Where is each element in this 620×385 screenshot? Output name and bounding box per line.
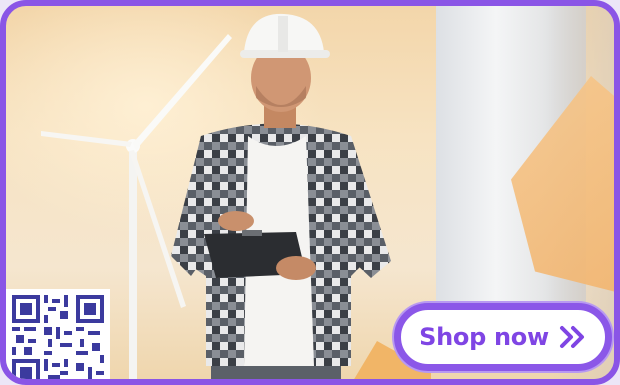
double-chevron-right-icon — [559, 326, 584, 348]
promo-banner[interactable]: Shop now — [0, 0, 620, 385]
shop-now-label: Shop now — [419, 323, 549, 351]
qr-code-pattern — [12, 295, 104, 379]
engineer-photo — [171, 13, 391, 379]
shop-now-button[interactable]: Shop now — [394, 303, 612, 371]
qr-code-icon[interactable] — [6, 289, 110, 379]
